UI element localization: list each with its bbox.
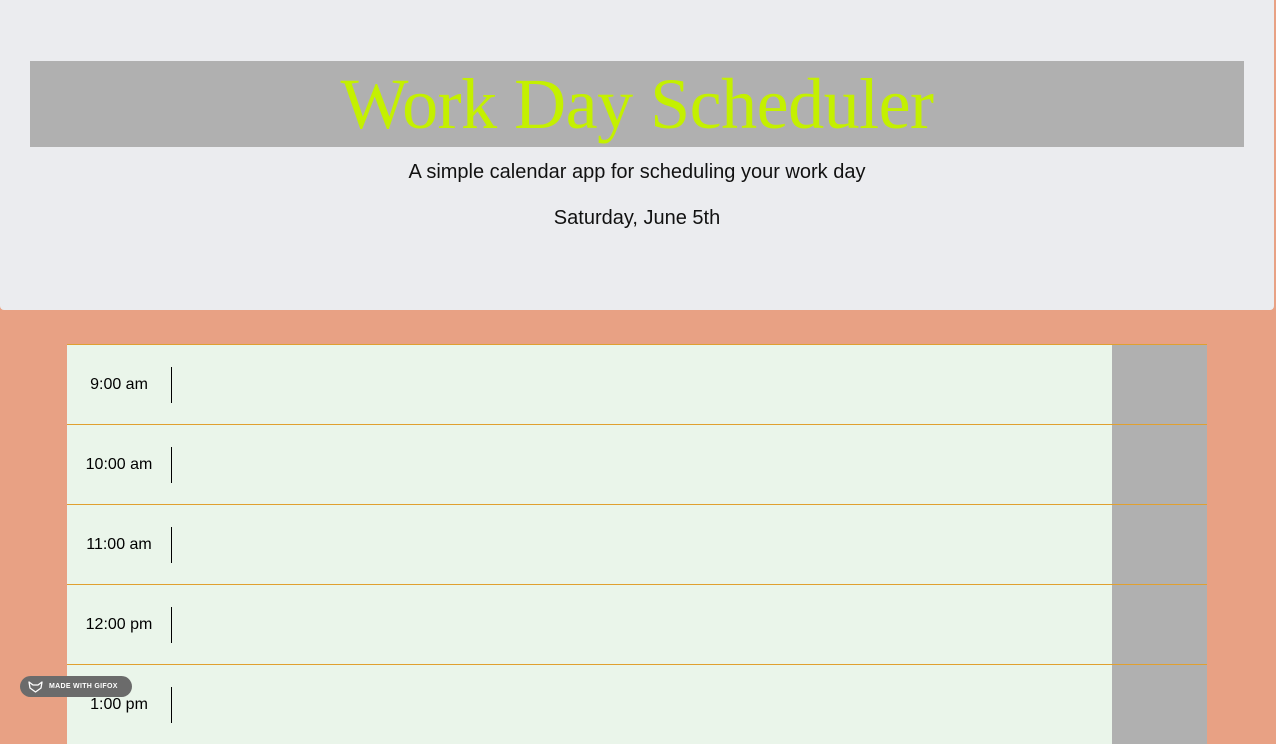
badge-label: MADE WITH GIFOX: [49, 683, 118, 690]
save-button[interactable]: [1112, 345, 1207, 424]
page-title: Work Day Scheduler: [340, 64, 934, 144]
header-jumbotron: Work Day Scheduler A simple calendar app…: [0, 0, 1274, 310]
time-block-row: 9:00 am: [67, 344, 1207, 424]
time-block-row: 12:00 pm: [67, 584, 1207, 664]
page-subtitle: A simple calendar app for scheduling you…: [408, 161, 866, 183]
event-description-input[interactable]: [172, 585, 1112, 664]
save-button[interactable]: [1112, 585, 1207, 664]
save-button[interactable]: [1112, 425, 1207, 504]
time-block-row: 11:00 am: [67, 504, 1207, 584]
event-description-input[interactable]: [172, 505, 1112, 584]
event-description-input[interactable]: [172, 425, 1112, 504]
save-button[interactable]: [1112, 505, 1207, 584]
fox-icon: [28, 680, 43, 693]
time-block-row: 10:00 am: [67, 424, 1207, 504]
hour-label: 9:00 am: [90, 375, 148, 393]
title-bar: Work Day Scheduler: [30, 61, 1244, 147]
hour-label: 11:00 am: [86, 535, 152, 553]
time-block-row: 1:00 pm: [67, 664, 1207, 744]
hour-label: 12:00 pm: [85, 615, 153, 633]
event-description-input[interactable]: [172, 345, 1112, 424]
save-button[interactable]: [1112, 665, 1207, 744]
schedule-container: 9:00 am 10:00 am 11:00 am 12:00 pm 1:00 …: [67, 344, 1207, 744]
current-date: Saturday, June 5th: [553, 207, 721, 229]
hour-label: 10:00 am: [85, 455, 153, 473]
made-with-gifox-badge[interactable]: MADE WITH GIFOX: [20, 676, 132, 697]
event-description-input[interactable]: [172, 665, 1112, 744]
